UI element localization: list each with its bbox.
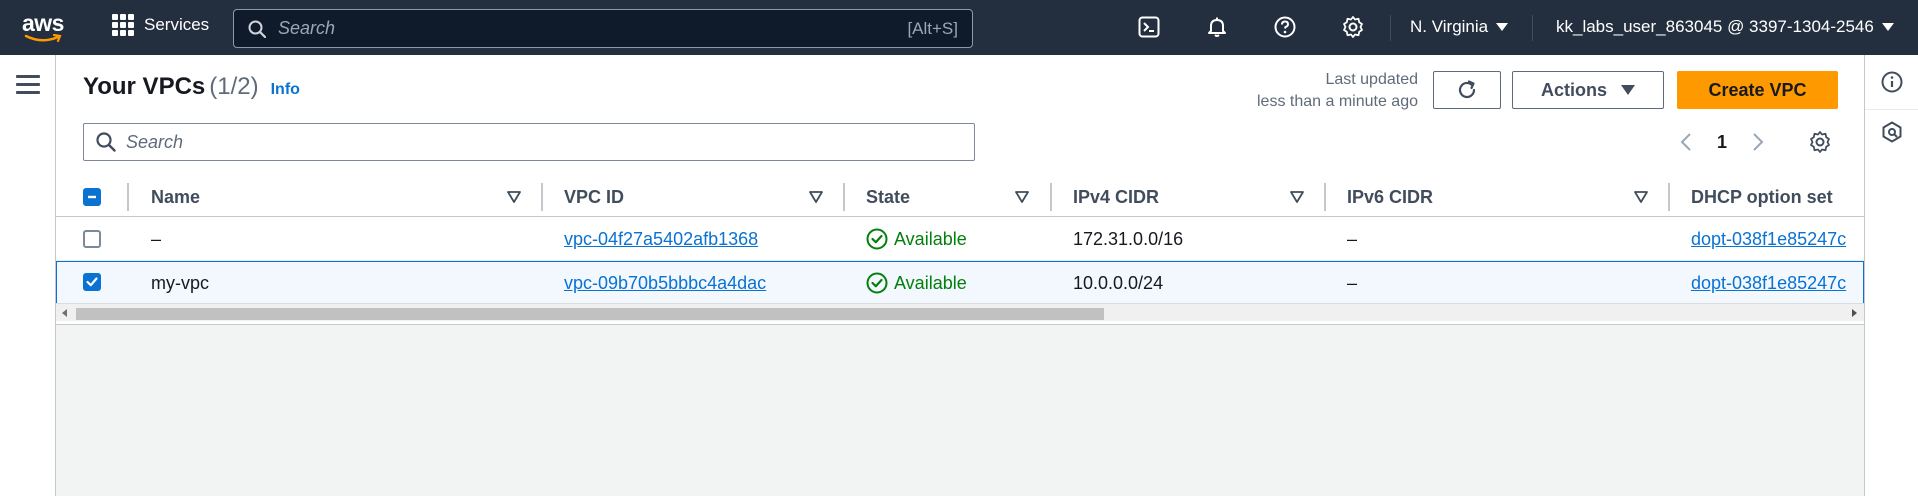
select-all-checkbox[interactable] xyxy=(83,188,101,206)
left-navigation-rail xyxy=(0,55,56,496)
page-title-text: Your VPCs xyxy=(83,73,206,100)
current-page-number[interactable]: 1 xyxy=(1712,132,1732,153)
column-divider xyxy=(1324,183,1326,211)
account-label: kk_labs_user_863045 @ 3397-1304-2546 xyxy=(1556,17,1874,36)
vpc-id-link[interactable]: vpc-09b70b5bbbc4a4dac xyxy=(564,273,766,294)
cell-ipv4-cidr: 10.0.0.0/24 xyxy=(1073,272,1164,293)
cell-state: Available xyxy=(866,262,1046,304)
column-header-state[interactable]: State xyxy=(866,177,910,217)
page-title: Your VPCs (1/2) Info xyxy=(83,73,300,101)
rail-divider xyxy=(1865,109,1918,110)
cell-ipv6-cidr: – xyxy=(1347,228,1358,249)
state-text: Available xyxy=(894,272,967,293)
chevron-left-icon[interactable] xyxy=(1676,130,1696,154)
caret-down-icon xyxy=(1496,23,1509,31)
row-checkbox[interactable] xyxy=(83,230,101,248)
main-content: Your VPCs (1/2) Info Last updated less tha… xyxy=(56,55,1864,496)
aws-logo-text: aws xyxy=(22,10,64,36)
services-menu-button[interactable]: Services xyxy=(112,14,209,36)
hamburger-menu-icon[interactable] xyxy=(16,75,40,94)
last-updated-text: Last updated less than a minute ago xyxy=(1218,69,1418,113)
settings-icon[interactable] xyxy=(1340,14,1366,40)
services-label: Services xyxy=(144,15,210,34)
search-shortcut-hint: [Alt+S] xyxy=(907,18,958,38)
search-icon xyxy=(248,20,266,38)
table-row[interactable]: – vpc-04f27a5402afb1368 Available 172.31… xyxy=(56,218,1864,261)
dhcp-option-set-link[interactable]: dopt-038f1e85247c xyxy=(1691,229,1846,250)
column-header-name[interactable]: Name xyxy=(151,177,200,217)
refresh-button[interactable] xyxy=(1433,71,1501,109)
pagination: 1 xyxy=(1676,130,1768,154)
cell-state: Available xyxy=(866,218,1046,260)
filter-placeholder: Search xyxy=(126,131,184,152)
create-vpc-label: Create VPC xyxy=(1708,79,1807,100)
region-label: N. Virginia xyxy=(1410,17,1489,36)
chevron-right-icon[interactable] xyxy=(1748,130,1768,154)
actions-dropdown-button[interactable]: Actions xyxy=(1512,71,1664,109)
search-icon xyxy=(96,132,116,152)
dhcp-option-set-link[interactable]: dopt-038f1e85247c xyxy=(1691,273,1846,294)
aws-smile-icon xyxy=(24,34,62,43)
global-search-input[interactable]: Search [Alt+S] xyxy=(233,9,973,48)
top-navigation-bar: aws Services Search [Alt+S] N. Virginia … xyxy=(0,0,1918,55)
sort-caret-icon[interactable] xyxy=(808,190,824,204)
sort-caret-icon[interactable] xyxy=(506,190,522,204)
right-utility-rail xyxy=(1864,55,1918,496)
row-checkbox-checked[interactable] xyxy=(83,273,101,291)
scroll-left-arrow-icon[interactable] xyxy=(62,309,67,317)
sort-caret-icon[interactable] xyxy=(1289,190,1305,204)
table-header: Name VPC ID State IPv4 CIDR IPv6 CIDR DH… xyxy=(56,177,1864,217)
column-divider xyxy=(1668,183,1670,211)
cloudformation-helper-icon[interactable] xyxy=(1881,121,1903,143)
global-search-placeholder: Search xyxy=(278,18,336,38)
caret-down-icon xyxy=(1621,85,1635,95)
region-selector[interactable]: N. Virginia xyxy=(1410,17,1509,37)
cell-ipv6-cidr: – xyxy=(1347,272,1358,293)
aws-logo[interactable]: aws xyxy=(22,12,70,44)
cell-name: my-vpc xyxy=(151,272,209,293)
status-success-icon xyxy=(866,228,888,250)
status-success-icon xyxy=(866,272,888,294)
column-header-vpc-id[interactable]: VPC ID xyxy=(564,177,624,217)
cell-ipv4-cidr: 172.31.0.0/16 xyxy=(1073,228,1184,249)
column-divider xyxy=(843,183,845,211)
sort-caret-icon[interactable] xyxy=(1633,190,1649,204)
refresh-icon xyxy=(1458,80,1476,99)
table-preferences-gear-icon[interactable] xyxy=(1808,130,1834,156)
selection-count: (1/2) xyxy=(209,73,259,100)
column-header-dhcp-option-set[interactable]: DHCP option set xyxy=(1691,177,1833,217)
cloudshell-icon[interactable] xyxy=(1136,14,1162,40)
bell-icon[interactable] xyxy=(1204,14,1230,40)
last-updated-line2: less than a minute ago xyxy=(1257,93,1418,110)
column-divider xyxy=(127,183,129,211)
nav-divider xyxy=(1390,15,1391,41)
column-header-ipv4-cidr[interactable]: IPv4 CIDR xyxy=(1073,177,1159,217)
vpc-id-link[interactable]: vpc-04f27a5402afb1368 xyxy=(564,229,758,250)
caret-down-icon xyxy=(1881,23,1894,31)
table-row-selected[interactable]: my-vpc vpc-09b70b5bbbc4a4dac Available 1… xyxy=(56,261,1864,304)
column-divider xyxy=(541,183,543,211)
create-vpc-button[interactable]: Create VPC xyxy=(1677,71,1838,109)
sort-caret-icon[interactable] xyxy=(1014,190,1030,204)
apps-grid-icon xyxy=(112,14,134,36)
cell-name: – xyxy=(151,228,162,249)
vpc-table-panel: Your VPCs (1/2) Info Last updated less tha… xyxy=(56,55,1864,325)
account-menu[interactable]: kk_labs_user_863045 @ 3397-1304-2546 xyxy=(1556,17,1894,37)
info-panel-icon[interactable] xyxy=(1881,71,1903,93)
state-text: Available xyxy=(894,228,967,249)
scroll-right-arrow-icon[interactable] xyxy=(1852,309,1857,317)
vpc-filter-input[interactable]: Search xyxy=(83,123,975,161)
actions-label: Actions xyxy=(1540,79,1607,100)
scrollbar-thumb[interactable] xyxy=(76,308,1104,320)
last-updated-line1: Last updated xyxy=(1325,71,1418,88)
column-divider xyxy=(1050,183,1052,211)
info-link[interactable]: Info xyxy=(271,81,300,98)
nav-divider xyxy=(1532,15,1533,41)
help-icon[interactable] xyxy=(1272,14,1298,40)
column-header-ipv6-cidr[interactable]: IPv6 CIDR xyxy=(1347,177,1433,217)
horizontal-scrollbar[interactable] xyxy=(56,303,1864,321)
